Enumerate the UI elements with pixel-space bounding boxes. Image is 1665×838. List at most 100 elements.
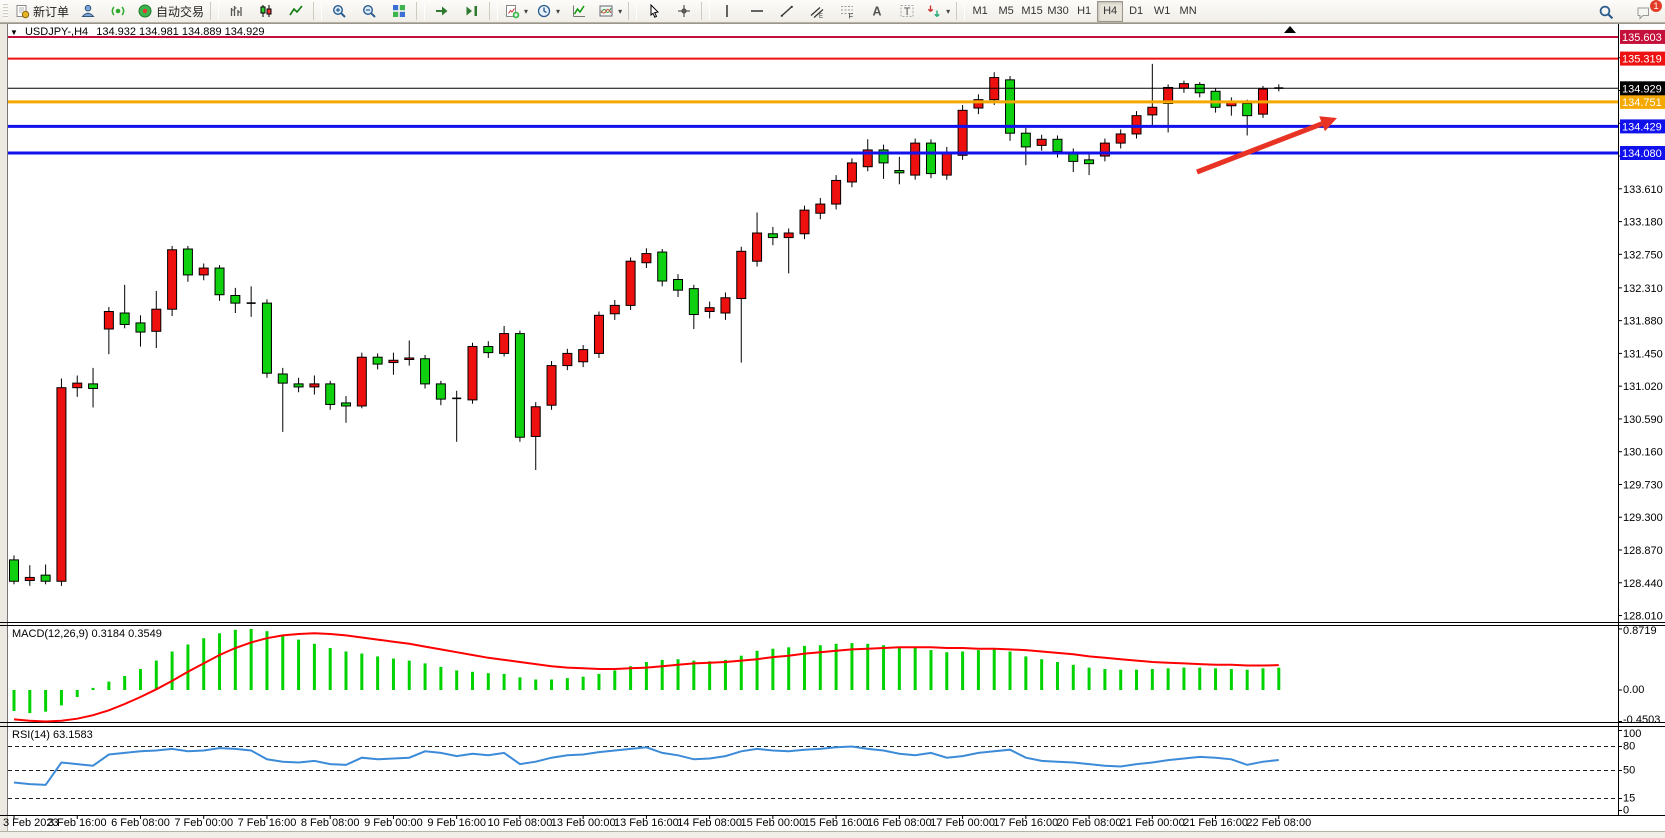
svg-text:0.00: 0.00 — [1623, 684, 1644, 696]
candle-up — [168, 250, 177, 309]
candle-up — [784, 233, 793, 238]
candle-down — [1243, 103, 1252, 115]
chart-canvas[interactable]: 135.330134.900134.470134.040133.610133.1… — [0, 0, 1665, 838]
candle-up — [310, 384, 319, 387]
candle-up — [832, 180, 841, 204]
rsi-panel: 1008050150RSI(14) 63.1583 — [8, 728, 1641, 817]
candle-down — [674, 279, 683, 290]
svg-text:80: 80 — [1623, 741, 1635, 753]
chart-shift-marker[interactable] — [1284, 26, 1296, 33]
chart-menu-arrow-icon[interactable]: ▼ — [10, 28, 18, 37]
candle-up — [847, 163, 856, 182]
candle-up — [1132, 116, 1141, 134]
svg-text:134.080: 134.080 — [1622, 148, 1662, 160]
time-label: 10 Feb 08:00 — [487, 817, 552, 829]
svg-text:-0.4503: -0.4503 — [1623, 714, 1660, 726]
svg-text:130.160: 130.160 — [1623, 447, 1663, 459]
rsi-line — [14, 747, 1279, 785]
time-label: 9 Feb 16:00 — [427, 817, 486, 829]
candle-up — [1116, 134, 1125, 143]
candle-up — [389, 360, 398, 362]
candle-down — [136, 323, 145, 332]
candle-down — [120, 313, 129, 324]
time-label: 7 Feb 00:00 — [174, 817, 233, 829]
svg-text:133.610: 133.610 — [1623, 184, 1663, 196]
candlestick-series — [10, 64, 1284, 586]
time-label: 22 Feb 08:00 — [1246, 817, 1311, 829]
chart-ohlc-values: 134.932 134.981 134.889 134.929 — [96, 26, 264, 38]
price-badges: 135.603135.319134.751134.429134.080134.9… — [1620, 30, 1665, 160]
candle-down — [436, 384, 445, 399]
candle-down — [41, 575, 50, 581]
candle-down — [1211, 91, 1220, 107]
time-label: 20 Feb 08:00 — [1057, 817, 1122, 829]
time-label: 15 Feb 16:00 — [804, 817, 869, 829]
chart-symbol-period: USDJPY-,H4 — [25, 26, 88, 38]
svg-text:131.450: 131.450 — [1623, 348, 1663, 360]
candle-down — [658, 252, 667, 281]
svg-text:134.751: 134.751 — [1622, 97, 1662, 109]
time-label: 9 Feb 00:00 — [364, 817, 423, 829]
candle-down — [1021, 133, 1030, 147]
candle-down — [183, 249, 192, 275]
svg-text:131.880: 131.880 — [1623, 316, 1663, 328]
candle-down — [215, 268, 224, 295]
candle-up — [1179, 84, 1188, 89]
time-label: 13 Feb 16:00 — [614, 817, 679, 829]
candle-up — [626, 261, 635, 305]
candle-up — [547, 366, 556, 406]
time-label: 7 Feb 16:00 — [238, 817, 297, 829]
candle-up — [1148, 107, 1157, 115]
candle-up — [816, 204, 825, 213]
svg-text:0: 0 — [1623, 805, 1629, 817]
time-label: 13 Feb 00:00 — [551, 817, 616, 829]
time-label: 6 Feb 08:00 — [111, 817, 170, 829]
candle-down — [689, 289, 698, 315]
time-label: 3 Feb 16:00 — [48, 817, 107, 829]
candle-down — [342, 403, 351, 406]
macd-panel: 0.87190.00-0.4503MACD(12,26,9) 0.3184 0.… — [12, 625, 1660, 726]
svg-text:132.750: 132.750 — [1623, 249, 1663, 261]
candle-up — [753, 233, 762, 261]
mt4-window: 新订单自动交易▾▾▾EFAT▾M1M5M15M30H1H4D1W1MN1 135… — [0, 0, 1665, 838]
svg-text:128.440: 128.440 — [1623, 578, 1663, 590]
trend-arrow[interactable] — [1197, 124, 1322, 172]
chart-frame — [0, 24, 1665, 816]
svg-text:133.180: 133.180 — [1623, 217, 1663, 229]
candle-down — [484, 347, 493, 353]
time-label: 16 Feb 08:00 — [867, 817, 932, 829]
candle-up — [642, 254, 651, 263]
svg-text:135.319: 135.319 — [1622, 54, 1662, 66]
svg-text:15: 15 — [1623, 793, 1635, 805]
candle-down — [926, 143, 935, 173]
svg-text:128.010: 128.010 — [1623, 611, 1663, 623]
candle-up — [563, 353, 572, 365]
svg-text:100: 100 — [1623, 728, 1641, 740]
svg-text:131.020: 131.020 — [1623, 381, 1663, 393]
candle-up — [25, 577, 34, 580]
candle-down — [373, 357, 382, 364]
candle-up — [942, 152, 951, 175]
svg-text:0.8719: 0.8719 — [1623, 625, 1657, 637]
candle-up — [579, 350, 588, 362]
candle-up — [958, 110, 967, 155]
svg-text:132.310: 132.310 — [1623, 283, 1663, 295]
candle-up — [357, 357, 366, 406]
candle-down — [1053, 139, 1062, 151]
status-bar — [0, 831, 1665, 838]
candle-down — [421, 359, 430, 384]
candle-down — [294, 384, 303, 387]
candle-up — [531, 407, 540, 437]
svg-text:134.429: 134.429 — [1622, 121, 1662, 133]
chart-title-bar: ▼ USDJPY-,H4 134.932 134.981 134.889 134… — [10, 26, 264, 38]
time-label: 8 Feb 08:00 — [301, 817, 360, 829]
time-label: 17 Feb 16:00 — [993, 817, 1058, 829]
candle-down — [278, 374, 287, 383]
time-axis: 3 Feb 20233 Feb 16:006 Feb 08:007 Feb 00… — [3, 815, 1311, 829]
candle-down — [326, 384, 335, 405]
level-lines — [8, 37, 1618, 153]
svg-text:129.300: 129.300 — [1623, 512, 1663, 524]
time-label: 17 Feb 00:00 — [930, 817, 995, 829]
candle-up — [594, 315, 603, 353]
candle-up — [911, 143, 920, 175]
